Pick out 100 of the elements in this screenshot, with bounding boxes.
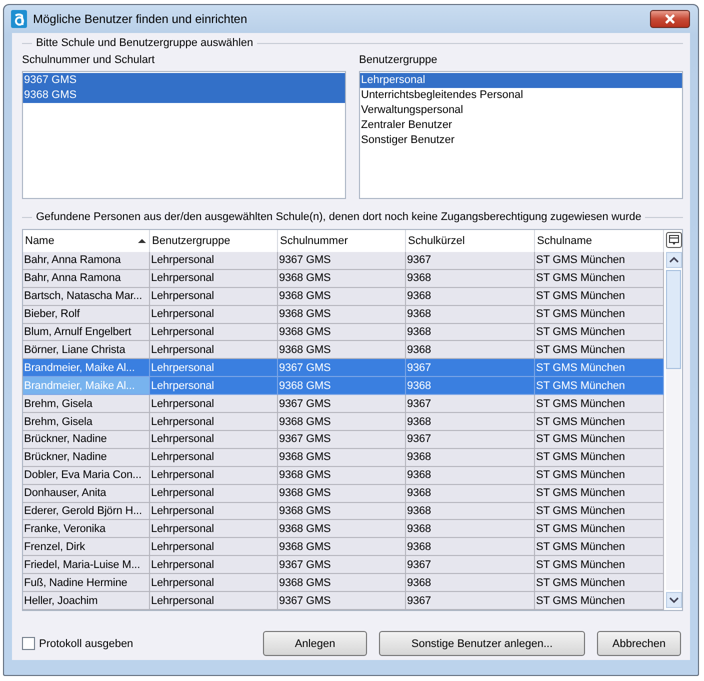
list-item[interactable]: Sonstiger Benutzer — [360, 133, 682, 148]
table-cell: Lehrpersonal — [150, 502, 278, 520]
table-cell: 9368 — [406, 306, 535, 324]
table-cell: 9368 GMS — [278, 574, 406, 592]
table-cell: ST GMS München — [535, 502, 664, 520]
table-cell: 9368 GMS — [278, 413, 406, 431]
table-cell: Lehrpersonal — [150, 448, 278, 467]
table-cell: 9368 GMS — [278, 306, 406, 324]
table-cell: Ederer, Gerold Björn H... — [23, 502, 150, 520]
app-logo-icon — [11, 10, 27, 28]
list-item[interactable]: Zentraler Benutzer — [360, 118, 682, 133]
table-cell: 9368 GMS — [278, 538, 406, 556]
table-cell: 9368 — [406, 270, 535, 288]
table-cell: ST GMS München — [535, 377, 664, 396]
table-cell: 9367 — [406, 430, 535, 449]
table-cell: 9367 GMS — [278, 252, 406, 270]
table-cell: Lehrpersonal — [150, 270, 278, 288]
table-cell: ST GMS München — [535, 466, 664, 485]
table-cell: Donhauser, Anita — [23, 484, 150, 503]
table-cell: Lehrpersonal — [150, 484, 278, 503]
list-item[interactable]: 9368 GMS — [23, 88, 345, 103]
table-cell: 9367 — [406, 556, 535, 574]
table-cell: Blum, Arnulf Engelbert — [23, 324, 150, 342]
table-cell: ST GMS München — [535, 341, 664, 360]
table-cell: ST GMS München — [535, 556, 664, 574]
dialog-button[interactable]: Abbrechen — [597, 631, 681, 656]
list-item[interactable]: Verwaltungspersonal — [360, 103, 682, 118]
table-cell: Brückner, Nadine — [23, 448, 150, 467]
list-label: Schulnummer und Schulart — [22, 53, 156, 68]
table-cell: 9368 GMS — [278, 502, 406, 520]
list-label: Benutzergruppe — [359, 53, 438, 68]
list-item[interactable]: 9367 GMS — [23, 73, 345, 88]
column-chooser-icon[interactable] — [666, 232, 682, 248]
table-cell: Brandmeier, Maike Al... — [23, 377, 150, 396]
table-cell: ST GMS München — [535, 448, 664, 467]
table-cell: Bahr, Anna Ramona — [23, 252, 150, 270]
table-cell: Bahr, Anna Ramona — [23, 270, 150, 288]
table-cell: ST GMS München — [535, 270, 664, 288]
table-cell: 9367 — [406, 359, 535, 378]
close-button[interactable] — [650, 10, 690, 28]
table-cell: Frenzel, Dirk — [23, 538, 150, 556]
table-cell: Bieber, Rolf — [23, 306, 150, 324]
table-cell: Lehrpersonal — [150, 324, 278, 342]
table-cell: ST GMS München — [535, 484, 664, 503]
table-cell: Heller, Joachim — [23, 592, 150, 610]
table-cell: ST GMS München — [535, 592, 664, 610]
window-title: Mögliche Benutzer finden und einrichten — [33, 12, 248, 26]
table-cell: Lehrpersonal — [150, 359, 278, 378]
table-cell: Fuß, Nadine Hermine — [23, 574, 150, 592]
table-cell: 9368 — [406, 341, 535, 360]
table-cell: Dobler, Eva Maria Con... — [23, 466, 150, 485]
table-cell: ST GMS München — [535, 252, 664, 270]
table-cell: 9368 — [406, 324, 535, 342]
scroll-up-icon[interactable] — [666, 252, 682, 268]
table-cell: 9367 — [406, 252, 535, 270]
list-item[interactable]: Lehrpersonal — [360, 73, 682, 88]
table-cell: 9368 GMS — [278, 377, 406, 396]
scrollbar-thumb[interactable] — [666, 270, 681, 369]
table-cell: 9368 — [406, 574, 535, 592]
table-cell: 9368 GMS — [278, 341, 406, 360]
table-cell: Bartsch, Natascha Mar... — [23, 288, 150, 306]
table-cell: Friedel, Maria-Luise M... — [23, 556, 150, 574]
list-item[interactable]: Unterrichtsbegleitendes Personal — [360, 88, 682, 103]
table-cell: ST GMS München — [535, 288, 664, 306]
table-cell: 9367 GMS — [278, 395, 406, 414]
table-cell: ST GMS München — [535, 413, 664, 431]
table-cell: 9368 — [406, 520, 535, 538]
scroll-down-icon[interactable] — [666, 592, 682, 608]
table-cell: Lehrpersonal — [150, 538, 278, 556]
table-cell: 9367 GMS — [278, 556, 406, 574]
table-cell: Lehrpersonal — [150, 288, 278, 306]
table-cell: Lehrpersonal — [150, 395, 278, 414]
table-cell: Börner, Liane Christa — [23, 341, 150, 360]
table-cell: 9367 GMS — [278, 592, 406, 610]
table-cell: 9368 — [406, 377, 535, 396]
table-cell: Lehrpersonal — [150, 306, 278, 324]
table-cell: 9367 GMS — [278, 359, 406, 378]
table-cell: 9368 GMS — [278, 270, 406, 288]
table-cell: 9368 — [406, 413, 535, 431]
table-cell: 9367 — [406, 592, 535, 610]
table-cell: Lehrpersonal — [150, 341, 278, 360]
table-cell: Lehrpersonal — [150, 413, 278, 431]
table-cell: 9368 GMS — [278, 466, 406, 485]
table-cell: 9368 — [406, 288, 535, 306]
table-cell: 9368 — [406, 448, 535, 467]
table-cell: 9368 GMS — [278, 324, 406, 342]
table-cell: 9368 — [406, 484, 535, 503]
table-cell: ST GMS München — [535, 520, 664, 538]
table-cell: Brehm, Gisela — [23, 413, 150, 431]
dialog-button[interactable]: Anlegen — [263, 631, 367, 656]
checkbox[interactable] — [22, 637, 35, 650]
table-cell: 9368 — [406, 538, 535, 556]
table-cell: 9367 — [406, 395, 535, 414]
table-cell: Lehrpersonal — [150, 377, 278, 396]
table-cell: ST GMS München — [535, 538, 664, 556]
table-cell: ST GMS München — [535, 306, 664, 324]
dialog-button[interactable]: Sonstige Benutzer anlegen... — [379, 631, 585, 656]
table-cell: Brandmeier, Maike Al... — [23, 359, 150, 378]
table-cell: Lehrpersonal — [150, 574, 278, 592]
table-cell: ST GMS München — [535, 574, 664, 592]
